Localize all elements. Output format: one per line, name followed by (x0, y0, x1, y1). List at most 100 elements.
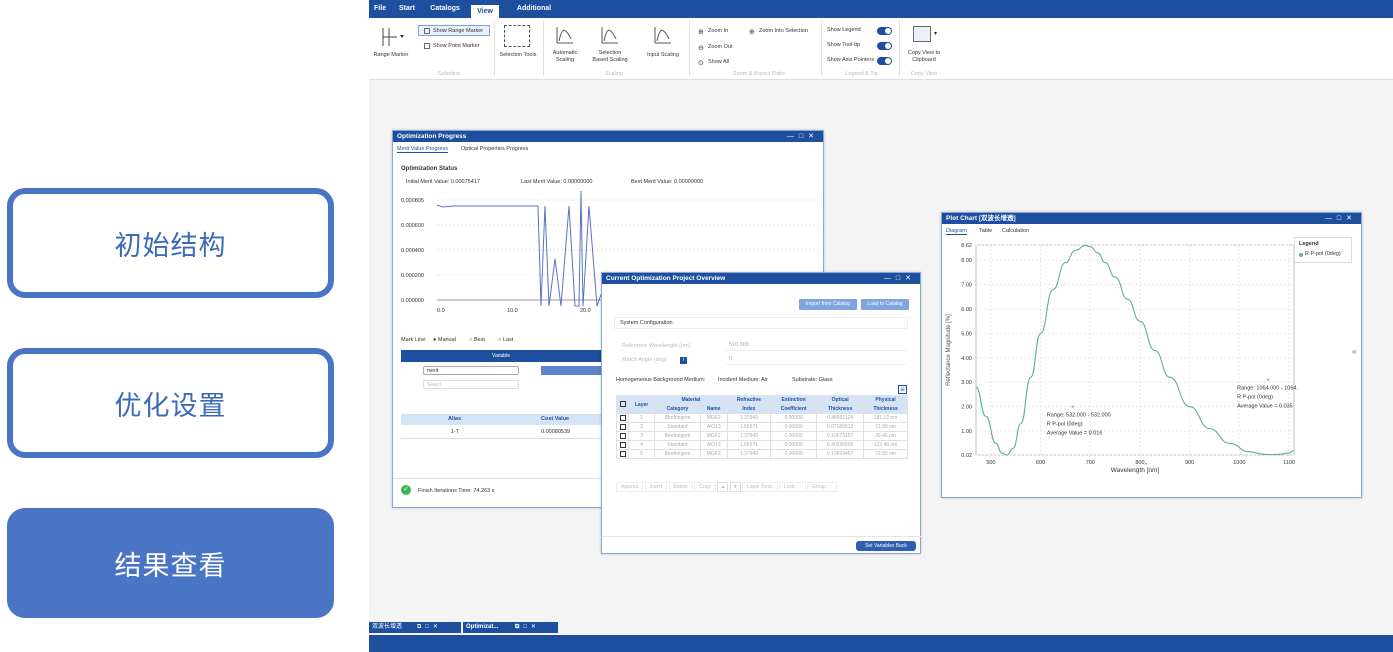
select-all-checkbox[interactable] (619, 401, 626, 408)
selection-based-scaling-icon (600, 25, 620, 45)
layer-action-bar: Append Insert Delete Copy ▲ ▼ Layer Tool… (616, 482, 837, 492)
best-merit-value: Best Merit Value: 0.00000000 (631, 179, 704, 185)
delete-button[interactable]: Delete (668, 482, 693, 492)
status-bar (369, 635, 1393, 652)
radio-last[interactable]: ○ Last (498, 337, 513, 343)
cell: 1.37949 (726, 413, 772, 423)
radio-best[interactable]: ○ Best (469, 337, 485, 343)
tab-start[interactable]: Start (393, 0, 421, 18)
cell: 1.66571 (726, 440, 772, 450)
alias-value: 1-T (451, 429, 460, 435)
table-row[interactable]: 4 Standard AlO13 1.66571 0.00000 0.40330209 12… (616, 440, 908, 450)
tab-catalogs[interactable]: Catalogs (425, 0, 465, 18)
tab-diagram[interactable]: Diagram (946, 228, 967, 235)
taskbar-item-optimization[interactable]: Optimizat... ⧉□✕ (463, 622, 558, 633)
move-down-icon[interactable]: ▼ (729, 482, 741, 492)
window-controls[interactable]: —□✕ (884, 273, 916, 284)
layer-header: Layer (627, 395, 656, 414)
zoom-selection-icon: ⊕ (749, 29, 755, 36)
tab-file[interactable]: File (369, 0, 391, 18)
y-tick: 0.000805 (401, 198, 424, 204)
table-row[interactable]: 1 Birefringent MGF2 1.37949 0.00000 0.4899112… (616, 413, 908, 423)
cell: 1.66571 (726, 422, 772, 432)
separator (899, 20, 900, 76)
tab-table[interactable]: Table (979, 228, 992, 234)
alias-table-header (401, 414, 601, 425)
sidebar-button-optimization-settings[interactable]: 优化设置 (7, 348, 334, 458)
taskbar-controls[interactable]: ⧉□✕ (417, 622, 442, 633)
window-controls[interactable]: —□✕ (787, 131, 819, 142)
physical-header: Physical (863, 395, 908, 405)
tab-optical-properties-progress[interactable]: Optical Properties Progress (461, 146, 528, 152)
table-row[interactable]: 3 Birefringent MGF2 1.37949 0.00000 0.1067315… (616, 431, 908, 441)
show-range-marker-label: Show Range Marker (433, 28, 484, 34)
copy-button[interactable]: Copy (694, 482, 717, 492)
match-angle-input[interactable]: 0 (726, 354, 906, 365)
copy-view-button[interactable]: Copy View to Clipboard (904, 50, 944, 64)
tab-additional-tools[interactable]: Additional Tools (507, 0, 561, 30)
reference-wavelength-input[interactable]: 510.000 (726, 340, 906, 351)
table-row[interactable]: 5 Birefringent MGF2 1.37949 0.00000 0.1969945… (616, 449, 908, 459)
show-axis-pointers-toggle[interactable] (877, 57, 892, 65)
application-window: File Start Catalogs View Additional Tool… (369, 0, 1393, 652)
tab-view[interactable]: View (471, 5, 499, 18)
separator (821, 20, 822, 76)
cell: 21.99 nm (863, 422, 908, 432)
incident-medium[interactable]: Incident Medium: Air (718, 377, 768, 383)
sidebar-button-result-view[interactable]: 结果查看 (7, 508, 334, 618)
table-settings-icon[interactable]: ⊞ (898, 385, 907, 394)
set-variables-back-button[interactable]: Set Variables Back (856, 541, 916, 551)
x-tick: 20.0 (580, 308, 591, 314)
tab-merit-value-progress[interactable]: Merit Value Progress (397, 146, 448, 153)
move-up-icon[interactable]: ▲ (717, 482, 729, 492)
insert-button[interactable]: Insert (644, 482, 668, 492)
success-check-icon: ✓ (401, 485, 411, 495)
finish-iterations-time: Finish Iterations Time: 74.263 s (418, 488, 495, 494)
substrate[interactable]: Substrate: Glass (792, 377, 833, 383)
row-checkbox[interactable] (619, 432, 626, 439)
row-checkbox[interactable] (619, 423, 626, 430)
range-marker-button[interactable]: Range Marker (373, 52, 409, 59)
selection-tools-button[interactable]: Selection Tools (496, 52, 540, 59)
zoom-out-icon: ⊖ (698, 45, 704, 52)
row-checkbox[interactable] (619, 441, 626, 448)
match-angle-label: Match Angle (deg) (622, 357, 667, 363)
info-icon[interactable]: i (680, 357, 687, 364)
append-button[interactable]: Append (616, 482, 644, 492)
ribbon-toolbar: Range Marker Show Range Marker Show Poin… (369, 18, 1393, 80)
zoom-into-selection-button[interactable]: Zoom Into Selection (747, 26, 808, 36)
window-title: Plot Chart [双波长增透] (942, 213, 1361, 224)
show-all-icon: ⊙ (698, 60, 704, 67)
lock-dropdown[interactable]: Lock (779, 482, 806, 492)
cell: 1.37949 (726, 431, 772, 441)
x-tick: 10.0 (507, 308, 518, 314)
variable-select[interactable]: Select (423, 380, 519, 389)
taskbar-controls[interactable]: ⧉□✕ (515, 622, 540, 633)
row-checkbox[interactable] (619, 414, 626, 421)
sidebar-button-initial-structure[interactable]: 初始结构 (7, 188, 334, 298)
radio-manual[interactable]: ● Manual (433, 337, 456, 343)
taskbar-item-plot[interactable]: 双波长增透 ⧉□✕ (369, 622, 461, 633)
show-legend-toggle[interactable] (877, 27, 892, 35)
category-header: Category (654, 404, 701, 414)
window-controls[interactable]: —□✕ (1325, 213, 1357, 224)
row-checkbox[interactable] (619, 450, 626, 457)
optical-header: Optical (816, 395, 865, 405)
automatic-scaling-icon (555, 25, 575, 45)
merit-select[interactable]: merit (423, 366, 519, 375)
automatic-scaling-button[interactable]: Automatic Scaling (547, 50, 583, 64)
background-medium-label: Homogeneous Background Medium: (616, 377, 706, 383)
expand-left-icon[interactable]: « (1352, 347, 1356, 356)
import-from-catalog-button[interactable]: Import from Catalog (799, 299, 857, 310)
group-dropdown[interactable]: Group (806, 482, 837, 492)
tab-calculation[interactable]: Calculation (1002, 228, 1029, 234)
show-tooltip-toggle[interactable] (877, 42, 892, 50)
table-row[interactable]: 2 Standard AlO13 1.66571 0.00000 0.07180612 21… (616, 422, 908, 432)
layer-tools-dropdown[interactable]: Layer Tools (742, 482, 778, 492)
x-tick-label: 900 (1185, 460, 1194, 466)
expand-up-icon[interactable]: ⌃ (1143, 462, 1149, 470)
selection-tools-icon (504, 25, 530, 47)
load-to-catalog-button[interactable]: Load to Catalog (861, 299, 909, 310)
input-scaling-button[interactable]: Input Scaling (645, 52, 681, 59)
selection-based-scaling-button[interactable]: Selection Based Scaling (591, 50, 629, 64)
